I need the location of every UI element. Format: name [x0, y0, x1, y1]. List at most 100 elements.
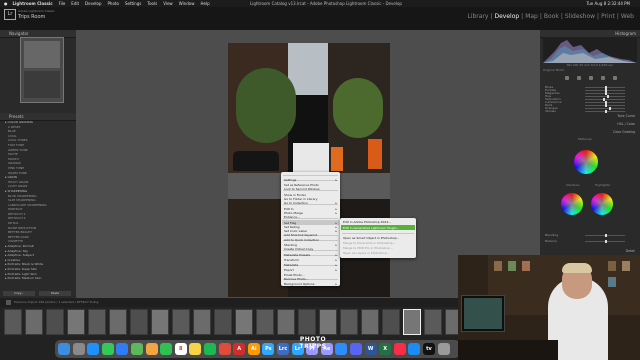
filmstrip-thumbnail[interactable] [382, 309, 400, 335]
menu-item[interactable]: Edit [71, 0, 79, 7]
slider-knob[interactable] [605, 240, 607, 243]
menu-item[interactable]: Settings [125, 0, 141, 7]
color-grading-header[interactable]: Color Grading [541, 130, 639, 135]
chrome-icon[interactable] [218, 343, 231, 355]
spotify-icon[interactable] [204, 343, 216, 355]
healing-icon[interactable] [577, 76, 581, 80]
filmstrip-thumbnail[interactable] [67, 309, 85, 335]
menu-item[interactable]: Lightroom Classic [13, 0, 53, 7]
hsl-slider[interactable]: Yellows [545, 109, 635, 113]
context-menu-item[interactable]: Lock to Second Window [284, 187, 320, 191]
grid-view-icon[interactable] [6, 299, 11, 305]
context-menu-item[interactable]: Enhance... [284, 215, 300, 219]
menu-item[interactable]: View [163, 0, 173, 7]
context-menu-item[interactable]: Add Shortcut Keyword [284, 233, 317, 237]
module-print[interactable]: Print [601, 13, 615, 20]
masking-icon[interactable] [589, 76, 593, 80]
context-menu-item[interactable]: Remove Photo... [284, 277, 309, 281]
filmstrip-thumbnail[interactable] [361, 309, 379, 335]
maps-icon[interactable] [131, 343, 143, 355]
slider-knob[interactable] [605, 110, 607, 113]
context-menu-item[interactable]: Background Options [284, 282, 314, 286]
messages-icon[interactable] [101, 343, 114, 355]
illustrator-icon[interactable]: Ai [247, 343, 260, 355]
context-menu-item[interactable]: Metadata Presets [284, 253, 310, 257]
midtones-wheel[interactable] [574, 150, 598, 174]
apple-icon[interactable]: ● [4, 0, 8, 7]
preset-group[interactable]: ▸ Portraits: Medium Skin [0, 276, 76, 281]
filmstrip-thumbnail[interactable] [25, 309, 43, 335]
lightroom-classic-icon[interactable]: Lrc [277, 343, 289, 355]
filmstrip-thumbnail[interactable] [172, 309, 190, 335]
context-menu-item[interactable]: Metadata [284, 263, 298, 267]
menu-item[interactable]: Window [179, 0, 195, 7]
launchpad-icon[interactable] [72, 343, 85, 355]
filmstrip-thumbnail[interactable] [403, 309, 421, 335]
filmstrip-thumbnail[interactable] [4, 309, 22, 335]
preset-icon[interactable] [613, 76, 617, 80]
safari-icon[interactable] [87, 343, 100, 355]
balance-slider[interactable]: Balance [545, 239, 635, 243]
paste-button[interactable]: Paste [39, 291, 71, 296]
slider-knob[interactable] [605, 234, 607, 237]
module-map[interactable]: Map [525, 13, 538, 20]
highlights-wheel[interactable] [591, 193, 613, 215]
filmstrip-thumbnail[interactable] [214, 309, 232, 335]
redeye-icon[interactable] [601, 76, 605, 80]
shadows-wheel[interactable] [561, 193, 583, 215]
filmstrip-thumbnail[interactable] [130, 309, 148, 335]
menu-item[interactable]: File [59, 0, 66, 7]
menu-item[interactable]: Help [200, 0, 209, 7]
filmstrip-thumbnail[interactable] [319, 309, 337, 335]
hsl-header[interactable]: HSL / Color [541, 122, 639, 127]
photos-icon[interactable] [145, 343, 158, 355]
context-menu-item[interactable]: Add to Quick Collection [284, 238, 319, 242]
module-book[interactable]: Book [544, 13, 559, 20]
discord-icon[interactable] [350, 343, 362, 355]
crop-icon[interactable] [565, 76, 569, 80]
menu-item[interactable]: Tools [147, 0, 157, 7]
filmstrip-thumbnail[interactable] [193, 309, 211, 335]
context-menu-item[interactable]: Create Virtual Copy [284, 247, 313, 251]
filmstrip-thumbnail[interactable] [424, 309, 442, 335]
appstore-icon[interactable] [408, 343, 421, 355]
blending-slider[interactable]: Blending [545, 233, 635, 237]
facetime-icon[interactable] [160, 343, 173, 355]
copy-button[interactable]: Copy... [3, 291, 35, 296]
filmstrip-thumbnail[interactable] [298, 309, 316, 335]
calendar-icon[interactable]: 8 [174, 343, 187, 355]
context-menu-item[interactable]: Transform [284, 258, 299, 262]
detail-header[interactable]: Detail [541, 249, 639, 254]
submenu-item[interactable]: Open as Smart Object in Photoshop... [343, 236, 399, 240]
filmstrip-thumbnail[interactable] [88, 309, 106, 335]
filmstrip-thumbnail[interactable] [151, 309, 169, 335]
filmstrip-thumbnail[interactable] [109, 309, 127, 335]
music-icon[interactable] [393, 343, 406, 355]
menu-item[interactable]: Photo [108, 0, 119, 7]
filmstrip-thumbnail[interactable] [277, 309, 295, 335]
filmstrip-thumbnail[interactable] [340, 309, 358, 335]
trash-icon[interactable] [437, 343, 450, 355]
module-web[interactable]: Web [621, 13, 634, 20]
acrobat-icon[interactable]: A [233, 343, 246, 355]
context-menu-item[interactable]: Go to Collection [284, 201, 308, 205]
filmstrip-thumbnail[interactable] [256, 309, 274, 335]
word-icon[interactable]: W [364, 343, 377, 355]
mail-icon[interactable] [116, 343, 129, 355]
context-menu-item[interactable]: Settings [284, 178, 296, 182]
navigator-preview[interactable] [20, 37, 64, 103]
filmstrip-thumbnail[interactable] [46, 309, 64, 335]
module-slideshow[interactable]: Slideshow [565, 13, 595, 20]
submenu-item[interactable]: Edit in Adobe Photoshop 2024... [343, 220, 391, 224]
filmstrip-thumbnail[interactable] [235, 309, 253, 335]
submenu-item[interactable]: Edit in Generative Lightroom Plugin... [343, 226, 399, 230]
zoom-icon[interactable] [335, 343, 348, 355]
excel-icon[interactable]: X [379, 343, 392, 355]
module-library[interactable]: Library [467, 13, 488, 20]
finder-icon[interactable] [58, 343, 70, 355]
menu-item[interactable]: Develop [85, 0, 101, 7]
context-menu-item[interactable]: Export [284, 268, 294, 272]
module-develop[interactable]: Develop [494, 13, 519, 20]
notes-icon[interactable] [189, 343, 202, 355]
appletv-icon[interactable]: tv [423, 343, 435, 355]
